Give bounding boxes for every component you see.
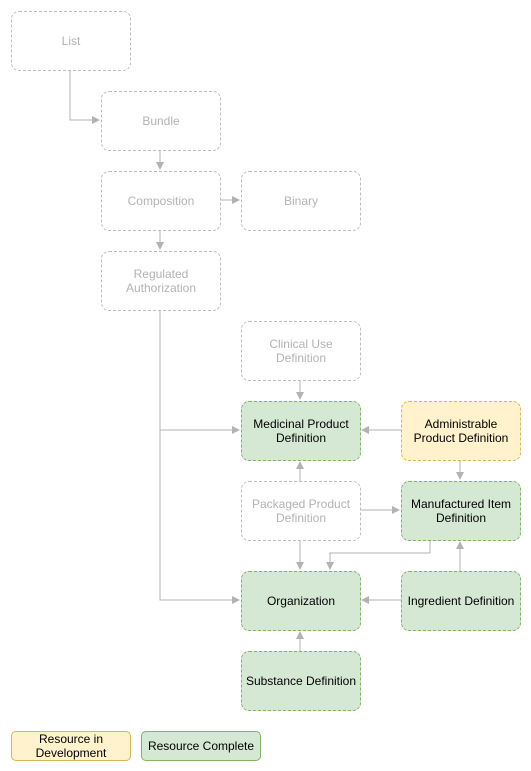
node-medicinal-product-definition[interactable]: Medicinal Product Definition xyxy=(241,401,361,461)
node-clinical-use-definition[interactable]: Clinical Use Definition xyxy=(241,321,361,381)
node-composition[interactable]: Composition xyxy=(101,171,221,231)
edge-manufactured-organization xyxy=(326,540,431,570)
node-organization[interactable]: Organization xyxy=(241,571,361,631)
node-binary[interactable]: Binary xyxy=(241,171,361,231)
node-list[interactable]: List xyxy=(11,11,131,71)
legend-in-development: Resource in Development xyxy=(11,731,131,761)
node-ingredient-definition[interactable]: Ingredient Definition xyxy=(401,571,521,631)
node-packaged-product-definition[interactable]: Packaged Product Definition xyxy=(241,481,361,541)
node-regulated-authorization[interactable]: Regulated Authorization xyxy=(101,251,221,311)
edge-list-bundle xyxy=(69,70,100,124)
edge-regauth-organization xyxy=(159,310,240,604)
legend-complete: Resource Complete xyxy=(141,731,261,761)
node-substance-definition[interactable]: Substance Definition xyxy=(241,651,361,711)
node-manufactured-item-definition[interactable]: Manufactured Item Definition xyxy=(401,481,521,541)
node-bundle[interactable]: Bundle xyxy=(101,91,221,151)
diagram-canvas: List Bundle Composition Binary Regulated… xyxy=(0,0,531,771)
node-administrable-product-definition[interactable]: Administrable Product Definition xyxy=(401,401,521,461)
